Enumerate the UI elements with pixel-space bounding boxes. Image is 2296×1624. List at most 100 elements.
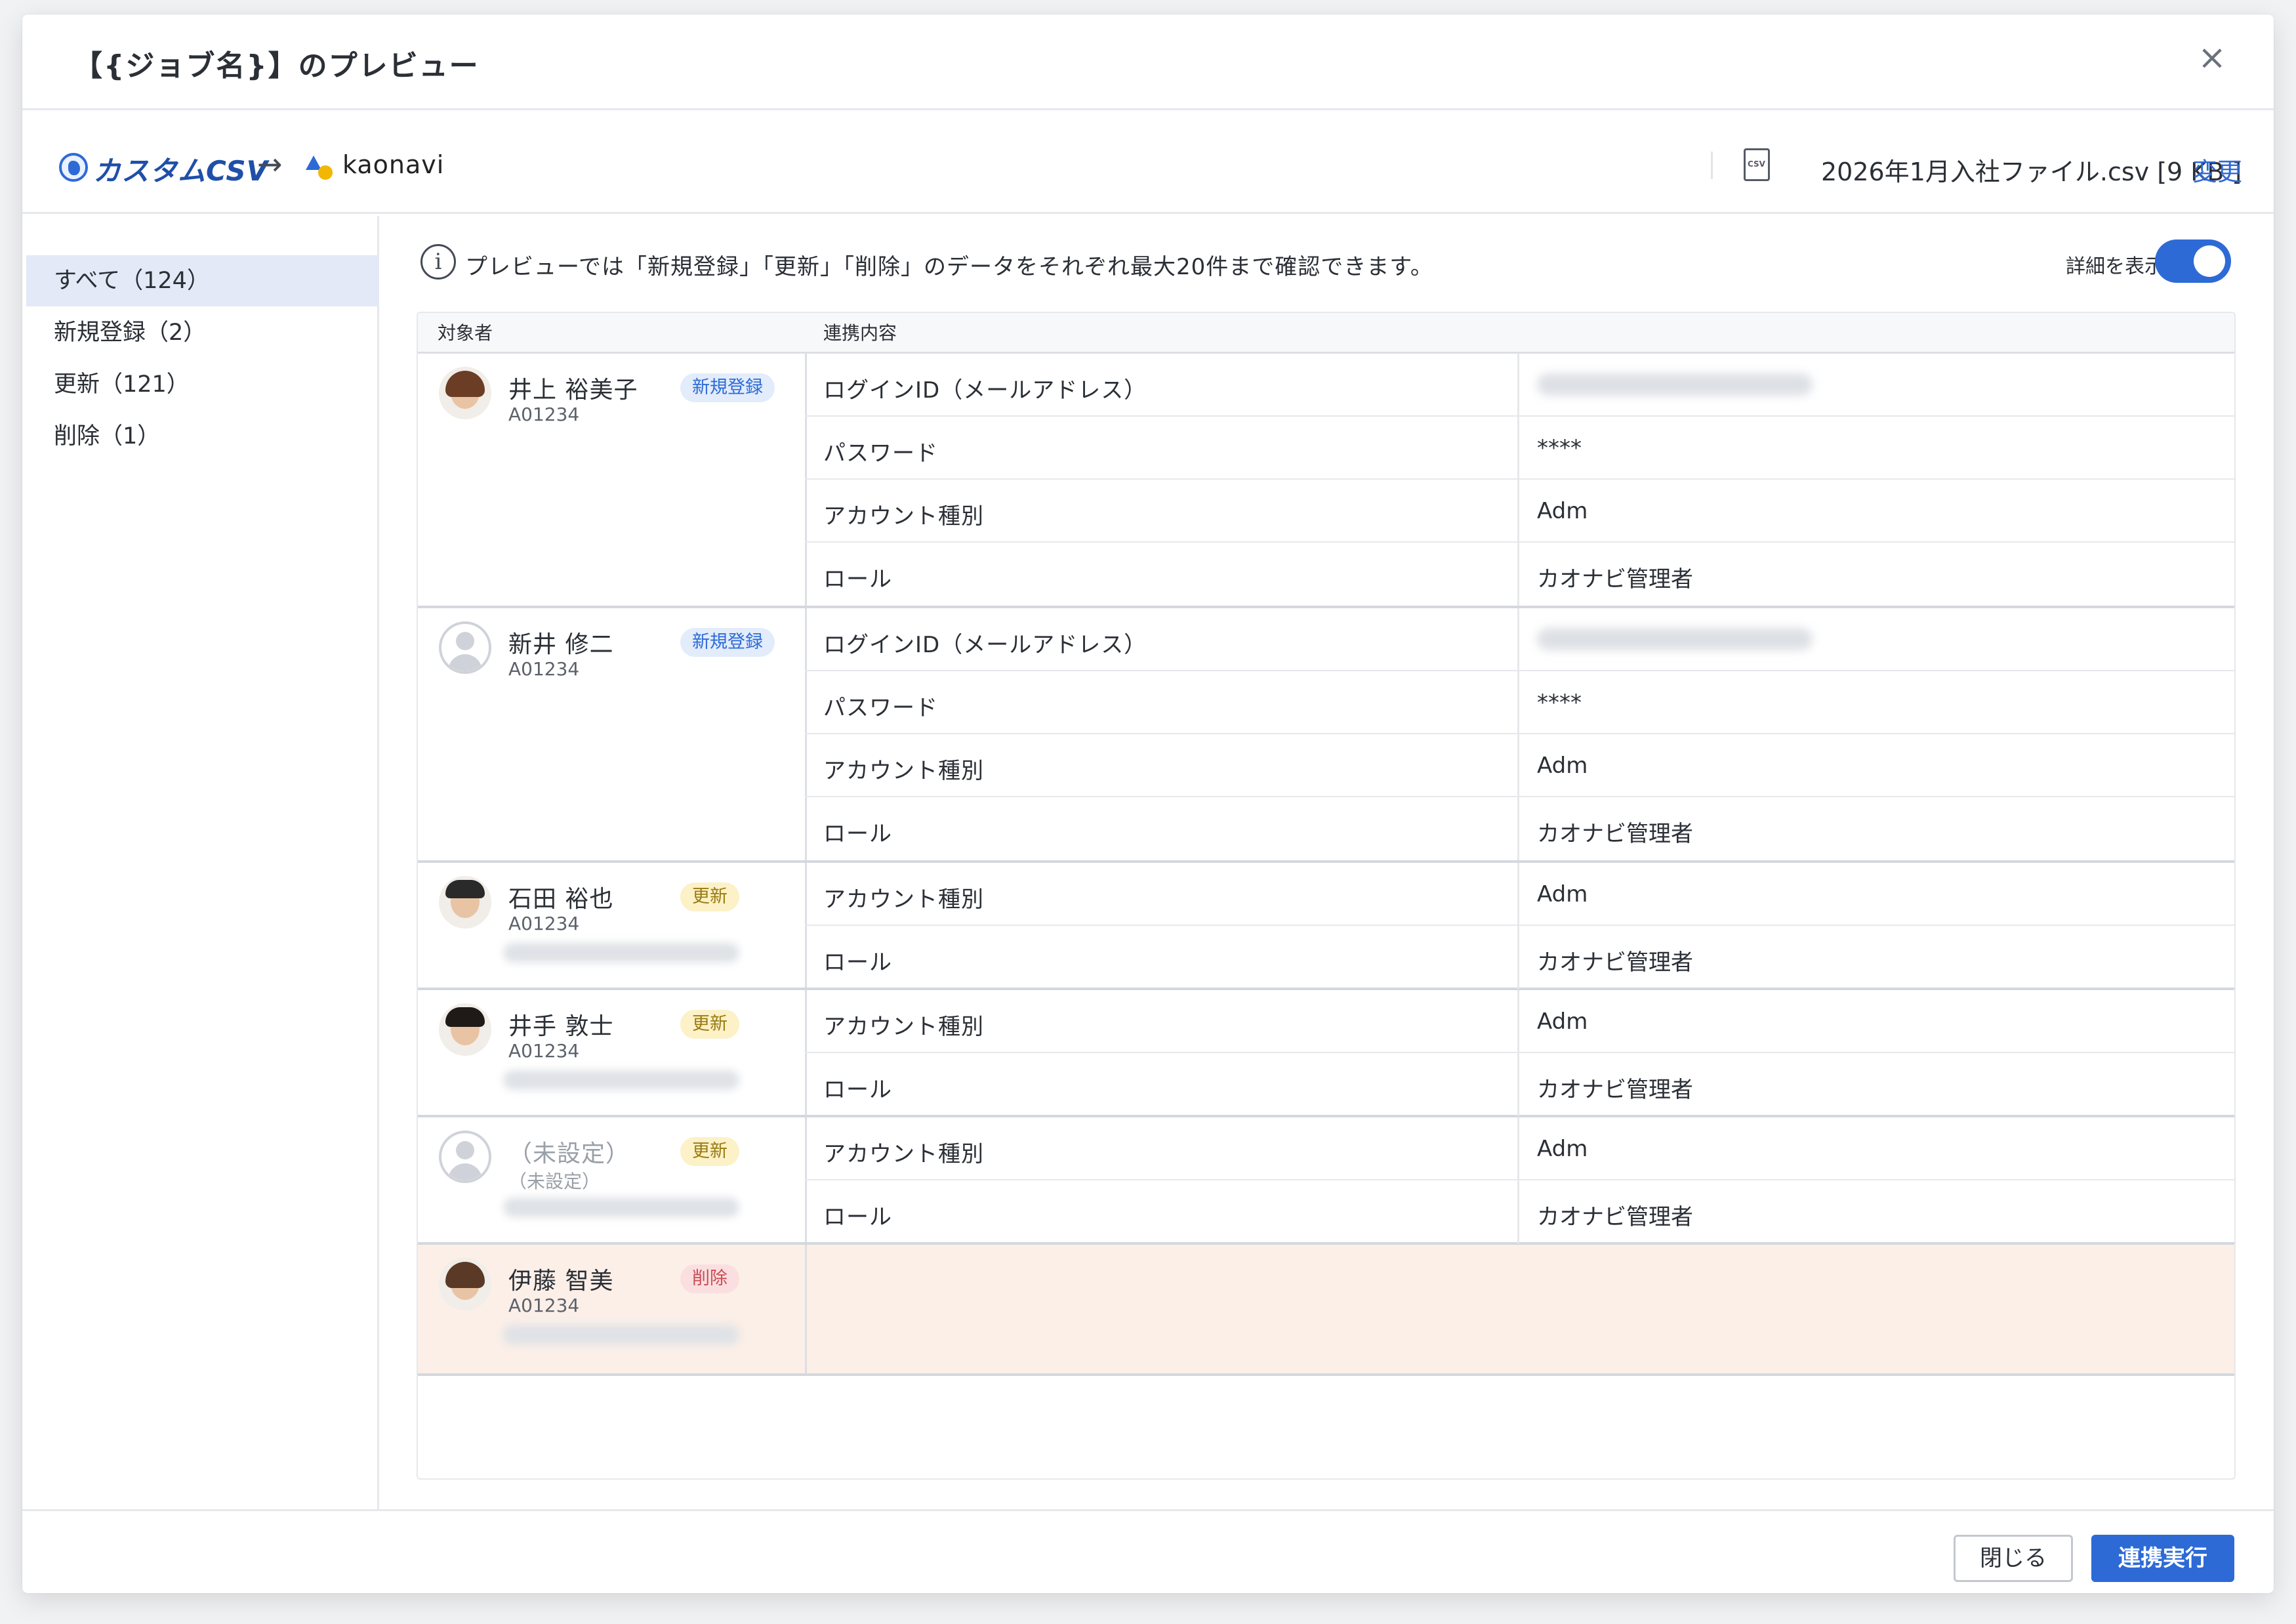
cell-divider [1517,671,1519,733]
person-id: （未設定） [508,1171,601,1192]
cell-divider [1517,797,1519,860]
field-key: パスワード [823,695,938,721]
person-cell: 井手 敦士 A01234 更新 [418,990,805,1115]
field-value: Adm [1537,1009,1588,1035]
cell-divider [1517,354,1519,415]
avatar [439,1258,491,1310]
field-row: アカウント種別 Adm [805,1117,2234,1180]
person-email-masked [503,943,739,963]
destination-name: kaonavi [342,150,445,179]
field-row: ログインID（メールアドレス） [805,354,2234,417]
table-row: 井手 敦士 A01234 更新 アカウント種別 Adm ロール カオナビ管理者 [418,990,2234,1117]
person-cell: （未設定） （未設定） 更新 [418,1117,805,1242]
field-value: カオナビ管理者 [1537,566,1693,593]
file-name: 2026年1月入社ファイル.csv [9 KB ] [1821,157,2242,186]
field-row: アカウント種別 Adm [805,990,2234,1053]
person-name: 井手 敦士 [508,1013,614,1040]
connector-bar: カスタムCSV → kaonavi 2026年1月入社ファイル.csv [9 K… [22,112,2274,214]
field-row: ロール カオナビ管理者 [805,797,2234,860]
cell-divider [1517,608,1519,670]
sidebar-item-all[interactable]: すべて（124） [26,255,379,306]
field-row: パスワード **** [805,417,2234,480]
modal-title: 【{ジョブ名}】のプレビュー [73,49,480,83]
cell-divider [1517,734,1519,796]
field-value: Adm [1537,881,1588,907]
field-value: カオナビ管理者 [1537,949,1693,976]
avatar-placeholder-icon [439,621,491,674]
status-badge: 新規登録 [680,628,775,657]
status-badge: 更新 [680,1010,739,1039]
sidebar-item-delete[interactable]: 削除（1） [26,411,379,462]
person-id: A01234 [508,913,580,934]
cell-divider [1517,543,1519,606]
run-sync-button[interactable]: 連携実行 [2091,1535,2234,1582]
column-header-content: 連携内容 [823,322,897,344]
field-row: アカウント種別 Adm [805,480,2234,543]
divider [1711,152,1713,179]
field-key: ロール [823,821,892,847]
close-icon[interactable]: × [2194,39,2230,76]
table-row: 伊藤 智美 A01234 削除 [418,1245,2234,1376]
person-email-masked [503,1197,739,1217]
field-key: ロール [823,949,892,976]
field-value: Adm [1537,498,1588,524]
avatar-placeholder-icon [439,1131,491,1183]
status-badge: 新規登録 [680,373,775,402]
filter-sidebar: すべて（124） 新規登録（2） 更新（121） 削除（1） [22,216,379,1509]
cell-divider [1517,1117,1519,1179]
field-key: アカウント種別 [823,886,984,913]
sidebar-item-update[interactable]: 更新（121） [26,359,379,410]
status-badge: 更新 [680,883,739,911]
field-value: Adm [1537,753,1588,779]
change-file-link[interactable]: 変更 [2192,152,2242,188]
person-email-masked [503,1325,739,1344]
field-key: ロール [823,566,892,593]
field-key: アカウント種別 [823,1141,984,1167]
person-cell: 伊藤 智美 A01234 削除 [418,1245,805,1373]
person-cell: 石田 裕也 A01234 更新 [418,863,805,988]
cell-divider [1517,863,1519,925]
person-id: A01234 [508,1040,580,1062]
field-key: アカウント種別 [823,1014,984,1040]
field-key: ログインID（メールアドレス） [823,632,1147,658]
field-key: ロール [823,1204,892,1230]
person-name: 石田 裕也 [508,886,614,913]
avatar [439,367,491,419]
details-toggle[interactable] [2155,239,2231,283]
table-row: 石田 裕也 A01234 更新 アカウント種別 Adm ロール カオナビ管理者 [418,863,2234,990]
field-row: パスワード **** [805,671,2234,734]
field-key: ログインID（メールアドレス） [823,377,1147,404]
column-header-person: 対象者 [438,322,493,344]
modal-header: 【{ジョブ名}】のプレビュー × [22,14,2274,110]
column-divider [805,1245,807,1373]
cell-divider [1517,990,1519,1052]
table-row: 井上 裕美子 A01234 新規登録 ログインID（メールアドレス） パスワード… [418,354,2234,608]
field-value-masked [1537,628,1813,650]
table-header [418,313,2234,354]
cell-divider [1517,1180,1519,1243]
field-row: ロール カオナビ管理者 [805,926,2234,989]
cell-divider [1517,417,1519,478]
field-value: Adm [1537,1136,1588,1162]
cell-divider [1517,1053,1519,1116]
table-row: （未設定） （未設定） 更新 アカウント種別 Adm ロール カオナビ管理者 [418,1117,2234,1245]
source-name: カスタムCSV [93,155,269,187]
info-message: プレビューでは「新規登録」「更新」「削除」のデータをそれぞれ最大20件まで確認で… [465,254,1433,280]
custom-csv-logo-icon [59,153,88,182]
person-name: 伊藤 智美 [508,1268,614,1295]
close-button[interactable]: 閉じる [1954,1535,2073,1582]
person-name: （未設定） [508,1140,630,1167]
field-value: カオナビ管理者 [1537,1077,1693,1103]
field-row: アカウント種別 Adm [805,863,2234,926]
details-toggle-label: 詳細を表示 [2066,255,2164,278]
field-value-masked [1537,373,1813,396]
sidebar-item-new[interactable]: 新規登録（2） [26,307,379,358]
field-value: **** [1537,435,1582,461]
preview-table: 対象者 連携内容 井上 裕美子 A01234 新規登録 ログインID（メールアド… [417,312,2236,1480]
cell-divider [1517,480,1519,541]
status-badge: 更新 [680,1137,739,1166]
person-cell: 井上 裕美子 A01234 新規登録 [418,354,805,606]
preview-modal: 【{ジョブ名}】のプレビュー × カスタムCSV → kaonavi 2026年… [22,14,2274,1593]
field-row: ロール カオナビ管理者 [805,1180,2234,1243]
status-badge: 削除 [680,1264,739,1293]
